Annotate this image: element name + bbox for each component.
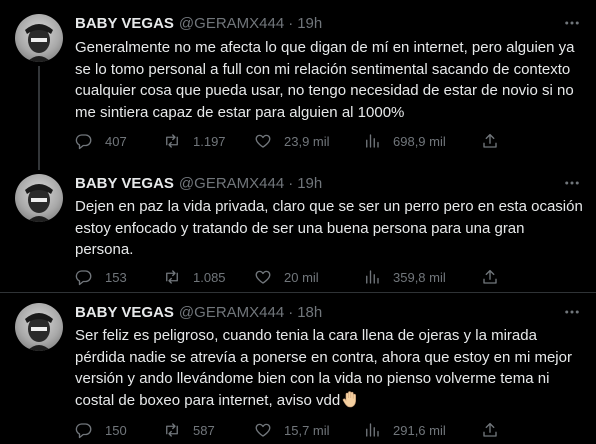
user-handle[interactable]: @GERAMX444 bbox=[179, 304, 284, 321]
share-button[interactable] bbox=[481, 267, 499, 287]
tweet-text: Dejen en paz la vida privada, claro que … bbox=[75, 198, 583, 258]
reply-count: 150 bbox=[105, 422, 127, 438]
more-icon[interactable] bbox=[562, 173, 582, 193]
share-icon bbox=[483, 269, 497, 284]
avatar[interactable] bbox=[15, 14, 63, 62]
tweet-actions: 150 587 15,7 mil 291,6 mil bbox=[75, 420, 575, 440]
like-count: 15,7 mil bbox=[284, 422, 330, 438]
like-button[interactable]: 23,9 mil bbox=[254, 131, 330, 151]
user-handle[interactable]: @GERAMX444 bbox=[179, 15, 284, 32]
display-name[interactable]: BABY VEGAS bbox=[75, 304, 174, 321]
tweet-1[interactable]: BABY VEGAS @GERAMX444 · 19h Generalmente… bbox=[0, 0, 596, 170]
views-count: 291,6 mil bbox=[393, 422, 446, 438]
tweet-2[interactable]: BABY VEGAS @GERAMX444 · 19h Dejen en paz… bbox=[0, 166, 596, 292]
retweet-button[interactable]: 1.085 bbox=[163, 267, 226, 287]
views-count: 359,8 mil bbox=[393, 269, 446, 285]
share-button[interactable] bbox=[481, 420, 499, 440]
timestamp[interactable]: 19h bbox=[297, 175, 322, 192]
views-icon bbox=[366, 134, 379, 148]
user-handle[interactable]: @GERAMX444 bbox=[179, 175, 284, 192]
like-count: 20 mil bbox=[284, 269, 319, 285]
more-icon[interactable] bbox=[562, 13, 582, 33]
thread-line bbox=[38, 66, 40, 170]
retweet-button[interactable]: 587 bbox=[163, 420, 215, 440]
avatar-image bbox=[25, 24, 53, 62]
reply-icon bbox=[75, 134, 92, 150]
display-name[interactable]: BABY VEGAS bbox=[75, 175, 174, 192]
views-count: 698,9 mil bbox=[393, 133, 446, 149]
timestamp[interactable]: 19h bbox=[297, 15, 322, 32]
display-name[interactable]: BABY VEGAS bbox=[75, 15, 174, 32]
retweet-icon bbox=[166, 270, 178, 284]
avatar-image bbox=[25, 313, 53, 351]
more-icon[interactable] bbox=[562, 302, 582, 322]
reply-icon bbox=[75, 270, 92, 286]
like-icon bbox=[255, 423, 271, 437]
share-icon bbox=[483, 133, 497, 148]
retweet-icon bbox=[166, 423, 178, 437]
views-icon bbox=[366, 423, 379, 437]
views-button[interactable]: 359,8 mil bbox=[363, 267, 446, 287]
separator-dot: · bbox=[288, 14, 294, 32]
share-button[interactable] bbox=[481, 131, 499, 151]
timeline-feed: BABY VEGAS @GERAMX444 · 19h Generalmente… bbox=[0, 0, 596, 444]
raised-hand-emoji bbox=[343, 390, 357, 407]
like-count: 23,9 mil bbox=[284, 133, 330, 149]
tweet-actions: 153 1.085 20 mil 359,8 mil bbox=[75, 267, 575, 287]
retweet-count: 1.197 bbox=[193, 133, 226, 149]
reply-icon bbox=[75, 423, 92, 439]
views-button[interactable]: 698,9 mil bbox=[363, 131, 446, 151]
avatar-image bbox=[25, 184, 53, 222]
tweet-header: BABY VEGAS @GERAMX444 · 18h bbox=[75, 302, 322, 322]
reply-button[interactable]: 153 bbox=[75, 267, 127, 287]
views-button[interactable]: 291,6 mil bbox=[363, 420, 446, 440]
avatar[interactable] bbox=[15, 303, 63, 351]
like-button[interactable]: 20 mil bbox=[254, 267, 319, 287]
share-icon bbox=[483, 422, 497, 437]
reply-count: 153 bbox=[105, 269, 127, 285]
timestamp[interactable]: 18h bbox=[297, 304, 322, 321]
reply-button[interactable]: 407 bbox=[75, 131, 127, 151]
avatar[interactable] bbox=[15, 174, 63, 222]
retweet-button[interactable]: 1.197 bbox=[163, 131, 226, 151]
retweet-count: 587 bbox=[193, 422, 215, 438]
tweet-3[interactable]: BABY VEGAS @GERAMX444 · 18h Ser feliz es… bbox=[0, 292, 596, 444]
separator-dot: · bbox=[288, 303, 294, 321]
tweet-actions: 407 1.197 23,9 mil 698,9 mil bbox=[75, 131, 575, 151]
tweet-header: BABY VEGAS @GERAMX444 · 19h bbox=[75, 13, 322, 33]
tweet-text-content: Ser feliz es peligroso, cuando tenia la … bbox=[75, 327, 572, 409]
like-icon bbox=[255, 134, 271, 148]
retweet-count: 1.085 bbox=[193, 269, 226, 285]
like-button[interactable]: 15,7 mil bbox=[254, 420, 330, 440]
separator-dot: · bbox=[288, 174, 294, 192]
like-icon bbox=[255, 270, 271, 284]
tweet-text: Ser feliz es peligroso, cuando tenia la … bbox=[75, 325, 583, 411]
reply-count: 407 bbox=[105, 133, 127, 149]
retweet-icon bbox=[166, 134, 178, 148]
reply-button[interactable]: 150 bbox=[75, 420, 127, 440]
views-icon bbox=[366, 270, 379, 284]
tweet-text: Generalmente no me afecta lo que digan d… bbox=[75, 39, 575, 121]
tweet-header: BABY VEGAS @GERAMX444 · 19h bbox=[75, 173, 322, 193]
